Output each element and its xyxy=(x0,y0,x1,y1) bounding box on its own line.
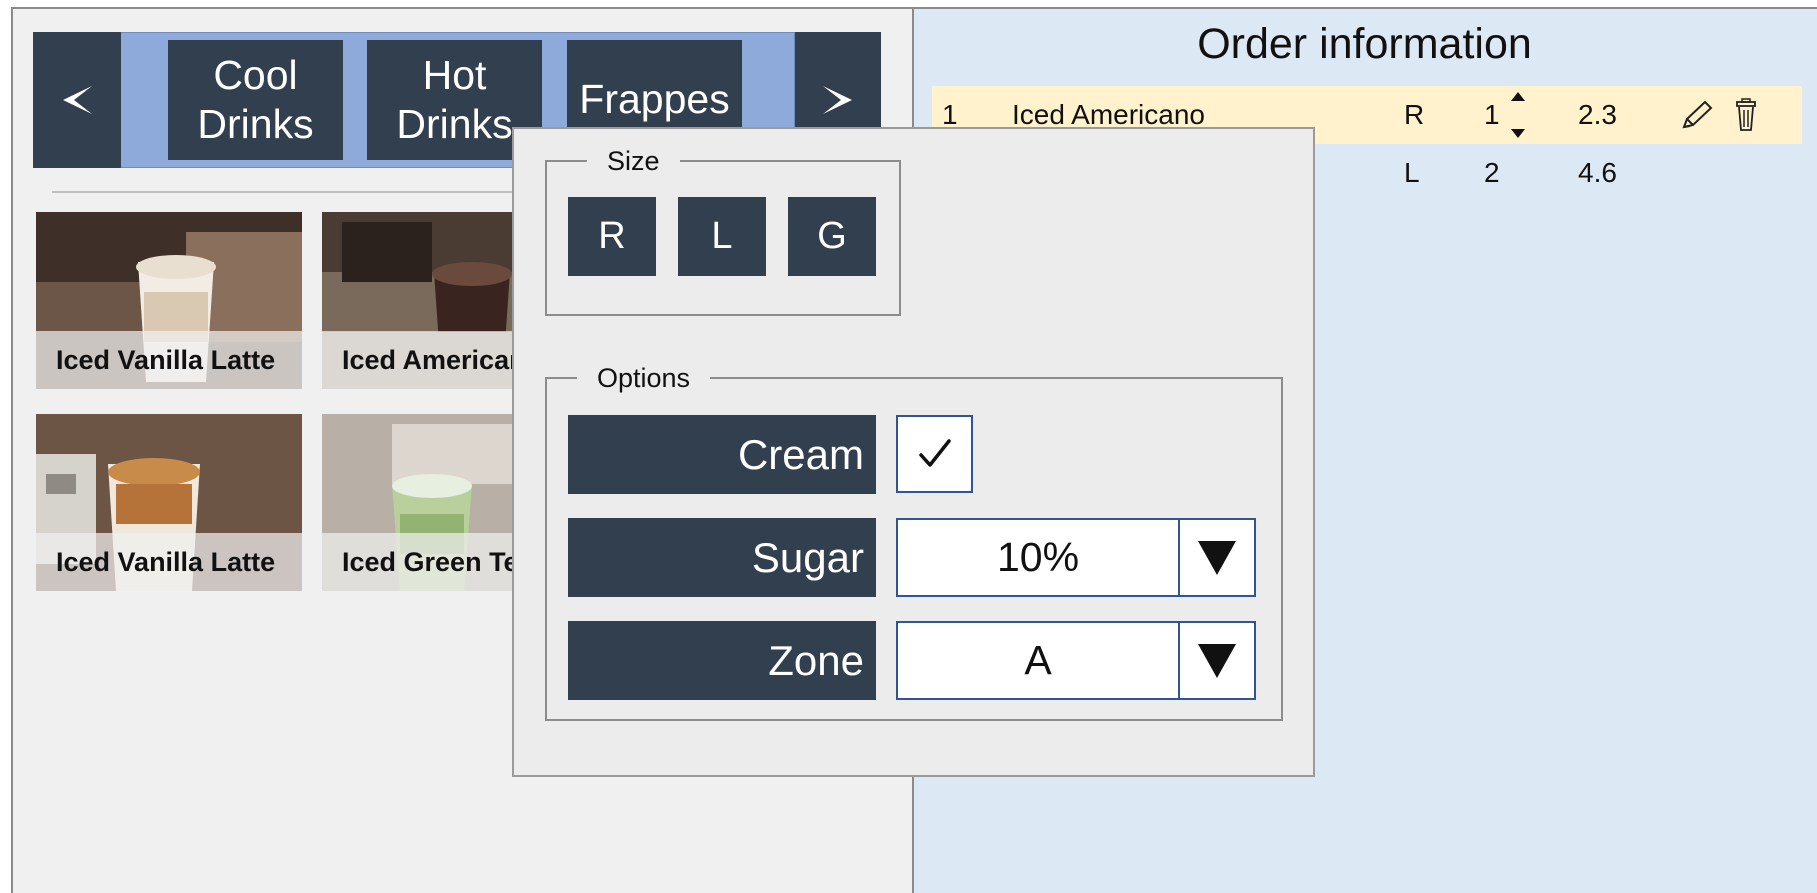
order-row-qty: 1 xyxy=(1484,99,1500,130)
order-row-price: 4.6 xyxy=(1578,157,1617,188)
cream-checkbox[interactable] xyxy=(896,415,973,493)
size-l-button[interactable]: L xyxy=(678,197,766,276)
chevron-right-icon xyxy=(823,86,852,114)
product-name: Iced Vanilla Latte xyxy=(36,533,302,591)
category-prev-button[interactable] xyxy=(33,32,121,168)
order-title: Order information xyxy=(1197,20,1532,68)
cream-label: Cream xyxy=(568,415,876,494)
checkmark-icon xyxy=(918,439,951,467)
order-row-size: R xyxy=(1404,99,1425,130)
item-options-dialog: Size R L G Options Cream Sugar 10% Zone … xyxy=(512,127,1315,777)
order-row-qty: 2 xyxy=(1484,157,1500,188)
caret-down-icon xyxy=(1198,540,1236,575)
zone-value: A xyxy=(1024,637,1052,683)
options-group: Options Cream Sugar 10% Zone A xyxy=(545,363,1283,721)
dropdown-button[interactable] xyxy=(1178,623,1254,698)
options-legend: Options xyxy=(577,363,711,394)
quantity-stepper-icon[interactable] xyxy=(1508,90,1528,140)
order-row-size: L xyxy=(1404,157,1420,188)
zone-select[interactable]: A xyxy=(896,621,1256,700)
size-g-button[interactable]: G xyxy=(788,197,876,276)
size-r-button[interactable]: R xyxy=(568,197,656,276)
product-tile[interactable]: Iced Vanilla Latte xyxy=(36,212,302,389)
category-cool-drinks[interactable]: Cool Drinks xyxy=(168,40,343,160)
order-row-price: 2.3 xyxy=(1578,99,1617,130)
trash-icon[interactable] xyxy=(1736,98,1756,132)
zone-label: Zone xyxy=(568,621,876,700)
product-tile[interactable]: Iced Vanilla Latte xyxy=(36,414,302,591)
sugar-select[interactable]: 10% xyxy=(896,518,1256,597)
caret-down-icon xyxy=(1198,643,1236,678)
dropdown-button[interactable] xyxy=(1178,520,1254,595)
chevron-left-icon xyxy=(63,86,92,114)
pencil-icon[interactable] xyxy=(1680,99,1714,131)
size-legend: Size xyxy=(587,146,680,177)
sugar-value: 10% xyxy=(996,534,1080,580)
product-name: Iced Vanilla Latte xyxy=(36,331,302,389)
size-group: Size R L G xyxy=(545,146,901,316)
sugar-label: Sugar xyxy=(568,518,876,597)
